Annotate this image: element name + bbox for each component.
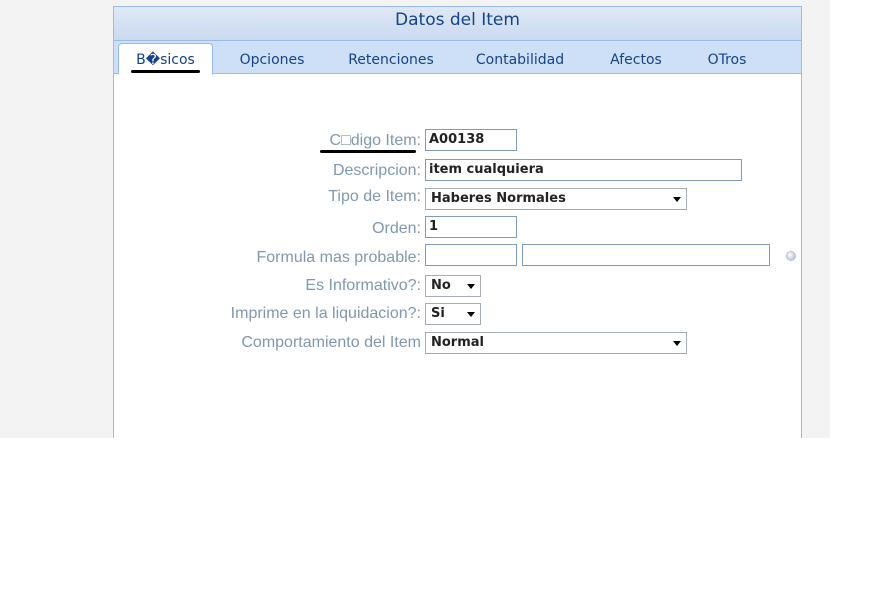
imprime-label: Imprime en la liquidacion?: [230, 305, 421, 322]
imprime-select[interactable]: Si [425, 303, 481, 325]
codigo-label: C□digo Item: [329, 132, 421, 149]
comportamiento-label: Comportamiento del Item [241, 334, 421, 351]
orden-input[interactable]: 1 [425, 216, 517, 238]
tab-contabilidad[interactable]: Contabilidad [464, 43, 576, 73]
panel-header: Datos del Item [114, 7, 801, 41]
tab-label: B�sicos [136, 52, 195, 68]
formula-code-input[interactable] [425, 244, 517, 266]
tab-otros[interactable]: OTros [692, 43, 762, 73]
tab-retenciones[interactable]: Retenciones [336, 43, 446, 73]
tab-afectos[interactable]: Afectos [596, 43, 676, 73]
formula-label: Formula mas probable: [256, 249, 421, 266]
informativo-select[interactable]: No [425, 275, 481, 297]
active-tab-underline [131, 70, 200, 73]
panel-title: Datos del Item [395, 10, 520, 30]
tipo-select[interactable]: Haberes Normales [425, 188, 687, 210]
descripcion-label: Descripcion: [332, 162, 421, 179]
tipo-select-value: Haberes Normales [431, 191, 566, 206]
codigo-label-underline [320, 150, 416, 153]
chevron-down-icon [467, 284, 475, 289]
comportamiento-select[interactable]: Normal [425, 332, 687, 354]
tab-label: Contabilidad [475, 52, 565, 68]
tab-label: Retenciones [348, 52, 434, 68]
descripcion-input[interactable]: item cualquiera [425, 159, 742, 181]
tipo-label: Tipo de Item: [328, 188, 421, 205]
tab-basicos[interactable]: B�sicos [118, 43, 213, 75]
tab-strip: B�sicos Opciones Retenciones Contabilida… [114, 41, 801, 75]
round-button-icon[interactable] [786, 251, 796, 261]
chevron-down-icon [673, 341, 681, 346]
tab-label: OTros [707, 52, 747, 68]
orden-label: Orden: [372, 220, 421, 237]
tab-opciones[interactable]: Opciones [226, 43, 318, 73]
tab-label: Afectos [610, 52, 662, 68]
chevron-down-icon [467, 312, 475, 317]
informativo-select-value: No [431, 278, 451, 293]
imprime-select-value: Si [431, 306, 445, 321]
chevron-down-icon [673, 197, 681, 202]
informativo-label: Es Informativo?: [305, 277, 421, 294]
codigo-input[interactable]: A00138 [425, 129, 517, 151]
tab-label: Opciones [239, 52, 305, 68]
formula-description-input[interactable] [522, 244, 770, 266]
comportamiento-select-value: Normal [431, 335, 484, 350]
